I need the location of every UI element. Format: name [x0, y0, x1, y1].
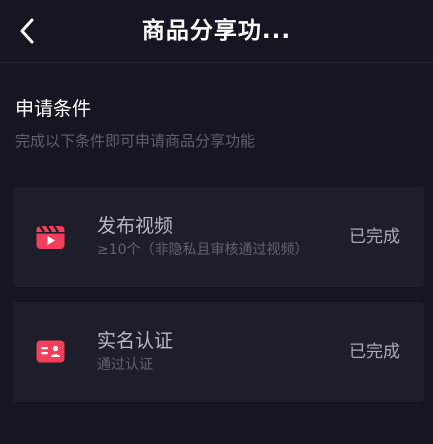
- commodity-share-page: 商品分享功... 申请条件 完成以下条件即可申请商品分享功能 发布视频 ≥10个…: [0, 0, 433, 444]
- condition-description: ≥10个（非隐私且审核通过视频）: [97, 242, 309, 258]
- condition-description: 通过认证: [97, 357, 153, 373]
- id-card-icon: [36, 340, 65, 363]
- condition-status: 已完成: [349, 227, 400, 247]
- section-title: 申请条件: [15, 98, 92, 120]
- condition-status: 已完成: [349, 342, 400, 362]
- condition-card-real-name[interactable]: 实名认证 通过认证 已完成: [13, 302, 424, 402]
- video-clapper-icon: [36, 225, 65, 249]
- condition-title: 发布视频: [97, 215, 174, 237]
- condition-title: 实名认证: [97, 330, 174, 352]
- nav-header: 商品分享功...: [0, 0, 433, 63]
- condition-card-publish-video[interactable]: 发布视频 ≥10个（非隐私且审核通过视频） 已完成: [13, 187, 424, 287]
- section-subtitle: 完成以下条件即可申请商品分享功能: [15, 132, 256, 150]
- page-title: 商品分享功...: [141, 18, 292, 44]
